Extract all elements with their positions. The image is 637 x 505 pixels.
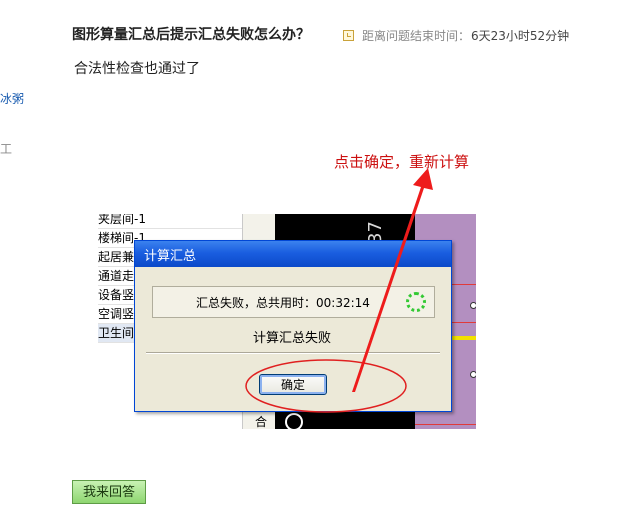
calc-summary-dialog: 计算汇总 汇总失败，总共用时：00:32:14 计算汇总失败 确定 <box>134 240 452 412</box>
timer-label: 距离问题结束时间： <box>362 29 471 43</box>
drawing-node <box>470 302 476 309</box>
message-text: 汇总失败，总共用时：00:32:14 <box>196 296 370 310</box>
clock-icon <box>343 30 354 41</box>
red-line <box>415 424 476 425</box>
spinner-icon <box>406 292 426 312</box>
tree-item: 夹层间-1 <box>98 214 242 229</box>
timer-value: 6天23小时52分钟 <box>471 29 570 43</box>
question-body: 合法性检查也通过了 <box>74 61 200 77</box>
side-link-fragment[interactable]: 冰粥 <box>0 90 24 107</box>
dialog-title: 计算汇总 <box>144 249 197 264</box>
cad-circle-mark <box>285 413 303 429</box>
question-title: 图形算量汇总后提示汇总失败怎么办？ <box>72 27 310 43</box>
side-text-fragment: 工 <box>0 142 13 156</box>
answer-button[interactable]: 我来回答 <box>72 480 146 504</box>
annotation-text: 点击确定，重新计算 <box>334 153 470 171</box>
message-box: 汇总失败，总共用时：00:32:14 <box>152 286 435 318</box>
divider <box>146 352 440 354</box>
status-text: 计算汇总失败 <box>253 331 332 346</box>
drawing-node <box>470 371 476 378</box>
column-text: 合 <box>255 415 268 429</box>
dialog-titlebar[interactable]: 计算汇总 <box>135 241 451 267</box>
ok-button[interactable]: 确定 <box>259 374 327 395</box>
